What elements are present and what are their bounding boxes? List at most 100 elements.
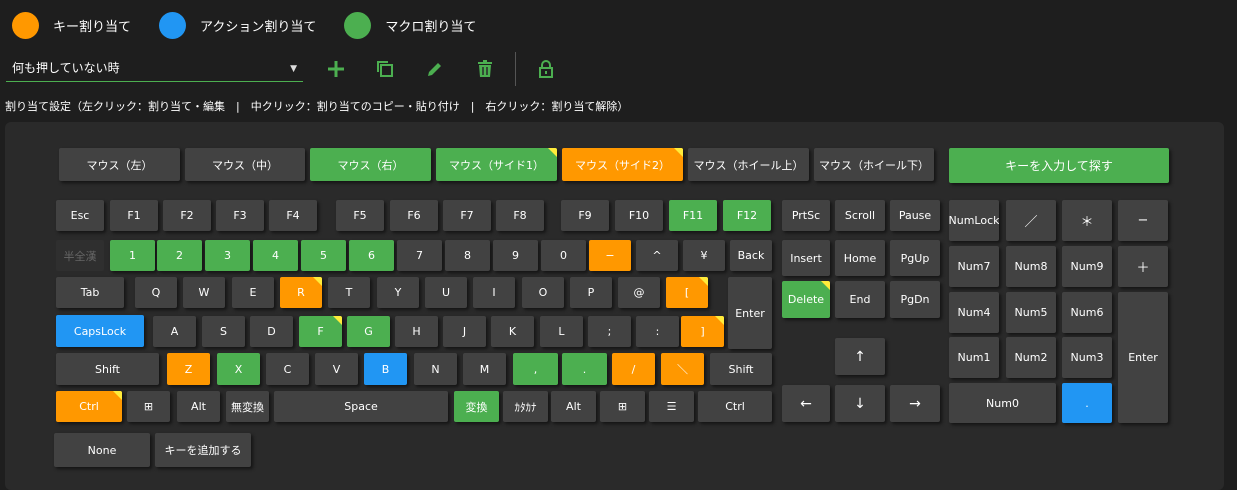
key-prtsc[interactable]: PrtSc — [782, 200, 830, 231]
key-i[interactable]: I — [473, 277, 515, 308]
menu-icon[interactable]: ☰ — [649, 391, 694, 422]
key-lshift[interactable]: Shift — [56, 353, 159, 385]
key-3[interactable]: 3 — [205, 240, 250, 271]
key-num9[interactable]: Num9 — [1062, 246, 1112, 287]
key-f10[interactable]: F10 — [615, 200, 663, 231]
key-numenter[interactable]: Enter — [1118, 292, 1168, 423]
key-q[interactable]: Q — [135, 277, 177, 308]
key-o[interactable]: O — [522, 277, 564, 308]
key-7[interactable]: 7 — [397, 240, 442, 271]
plus-icon[interactable] — [323, 56, 349, 82]
key-f2[interactable]: F2 — [163, 200, 211, 231]
key-lalt[interactable]: Alt — [177, 391, 220, 422]
key-numdot[interactable]: . — [1062, 383, 1112, 423]
key-numsub[interactable]: − — [1118, 200, 1168, 241]
windows-icon[interactable]: ⊞ — [600, 391, 645, 422]
key-f11[interactable]: F11 — [669, 200, 717, 231]
key-a[interactable]: A — [153, 316, 196, 347]
key-pgdn[interactable]: PgDn — [890, 281, 940, 318]
key-yen[interactable]: ¥ — [683, 240, 725, 271]
pencil-icon[interactable] — [422, 56, 448, 82]
key-num6[interactable]: Num6 — [1062, 292, 1112, 333]
key-rbracket[interactable]: ] — [681, 316, 724, 347]
key-tab[interactable]: Tab — [56, 277, 124, 308]
key-f7[interactable]: F7 — [443, 200, 491, 231]
key-f9[interactable]: F9 — [561, 200, 609, 231]
key-num3[interactable]: Num3 — [1062, 337, 1112, 378]
add-key-button[interactable]: キーを追加する — [155, 433, 251, 467]
key-f12[interactable]: F12 — [723, 200, 771, 231]
key-space[interactable]: Space — [274, 391, 448, 422]
none-button[interactable]: None — [54, 433, 150, 467]
key-f3[interactable]: F3 — [216, 200, 264, 231]
mouse-side1-button[interactable]: マウス（サイド1） — [436, 148, 557, 181]
key-home[interactable]: Home — [835, 240, 885, 276]
key-f6[interactable]: F6 — [390, 200, 438, 231]
key-backslash[interactable]: ＼ — [661, 353, 704, 385]
key-w[interactable]: W — [183, 277, 225, 308]
key-num7[interactable]: Num7 — [949, 246, 999, 287]
key-8[interactable]: 8 — [445, 240, 490, 271]
key-num0[interactable]: Num0 — [949, 383, 1056, 423]
profile-select[interactable]: 何も押していない時 ▼ — [6, 54, 303, 82]
mouse-middle-button[interactable]: マウス（中） — [185, 148, 305, 181]
key-esc[interactable]: Esc — [56, 200, 104, 231]
trash-icon[interactable] — [472, 56, 498, 82]
search-key-button[interactable]: キーを入力して探す — [949, 148, 1169, 183]
key-u[interactable]: U — [425, 277, 467, 308]
mouse-wheel-up-button[interactable]: マウス（ホイール上） — [688, 148, 809, 181]
arrow-right-icon[interactable]: → — [890, 385, 940, 422]
key-l[interactable]: L — [540, 316, 583, 347]
key-x[interactable]: X — [217, 353, 260, 385]
key-capslock[interactable]: CapsLock — [56, 315, 144, 347]
arrow-up-icon[interactable]: ↑ — [835, 338, 885, 375]
key-4[interactable]: 4 — [253, 240, 298, 271]
key-caret[interactable]: ^ — [636, 240, 678, 271]
key-lbracket[interactable]: [ — [666, 277, 708, 308]
key-kana[interactable]: ｶﾀｶﾅ — [503, 391, 548, 422]
key-pause[interactable]: Pause — [890, 200, 940, 231]
key-f8[interactable]: F8 — [496, 200, 544, 231]
key-henkan[interactable]: 変換 — [454, 391, 499, 422]
key-muhenkan[interactable]: 無変換 — [226, 391, 269, 422]
key-t[interactable]: T — [328, 277, 370, 308]
windows-icon[interactable]: ⊞ — [127, 391, 170, 422]
key-2[interactable]: 2 — [157, 240, 202, 271]
key-num4[interactable]: Num4 — [949, 292, 999, 333]
key-c[interactable]: C — [266, 353, 309, 385]
key-f4[interactable]: F4 — [269, 200, 317, 231]
key-at[interactable]: @ — [618, 277, 660, 308]
key-enter[interactable]: Enter — [728, 277, 772, 349]
key-z[interactable]: Z — [167, 353, 210, 385]
key-f[interactable]: F — [299, 316, 342, 347]
key-pgup[interactable]: PgUp — [890, 240, 940, 276]
key-slash[interactable]: / — [612, 353, 655, 385]
key-1[interactable]: 1 — [110, 240, 155, 271]
key-scroll[interactable]: Scroll — [835, 200, 885, 231]
key-f5[interactable]: F5 — [336, 200, 384, 231]
arrow-left-icon[interactable]: ← — [782, 385, 830, 422]
key-b[interactable]: B — [364, 353, 407, 385]
key-comma[interactable]: , — [513, 353, 558, 385]
key-j[interactable]: J — [443, 316, 486, 347]
key-numlock[interactable]: NumLock — [949, 200, 999, 241]
key-s[interactable]: S — [202, 316, 245, 347]
mouse-right-button[interactable]: マウス（右） — [310, 148, 431, 181]
key-ralt[interactable]: Alt — [551, 391, 596, 422]
key-lctrl[interactable]: Ctrl — [56, 391, 122, 422]
key-insert[interactable]: Insert — [782, 240, 830, 276]
key-n[interactable]: N — [414, 353, 457, 385]
key-colon[interactable]: : — [636, 316, 679, 347]
key-numdiv[interactable]: ／ — [1006, 200, 1056, 241]
key-num1[interactable]: Num1 — [949, 337, 999, 378]
key-semicolon[interactable]: ; — [588, 316, 631, 347]
key-k[interactable]: K — [491, 316, 534, 347]
key-g[interactable]: G — [347, 316, 390, 347]
key-6[interactable]: 6 — [349, 240, 394, 271]
key-y[interactable]: Y — [377, 277, 419, 308]
copy-icon[interactable] — [372, 56, 398, 82]
key-9[interactable]: 9 — [493, 240, 538, 271]
key-back[interactable]: Back — [730, 240, 772, 271]
key-h[interactable]: H — [395, 316, 438, 347]
key-v[interactable]: V — [315, 353, 358, 385]
